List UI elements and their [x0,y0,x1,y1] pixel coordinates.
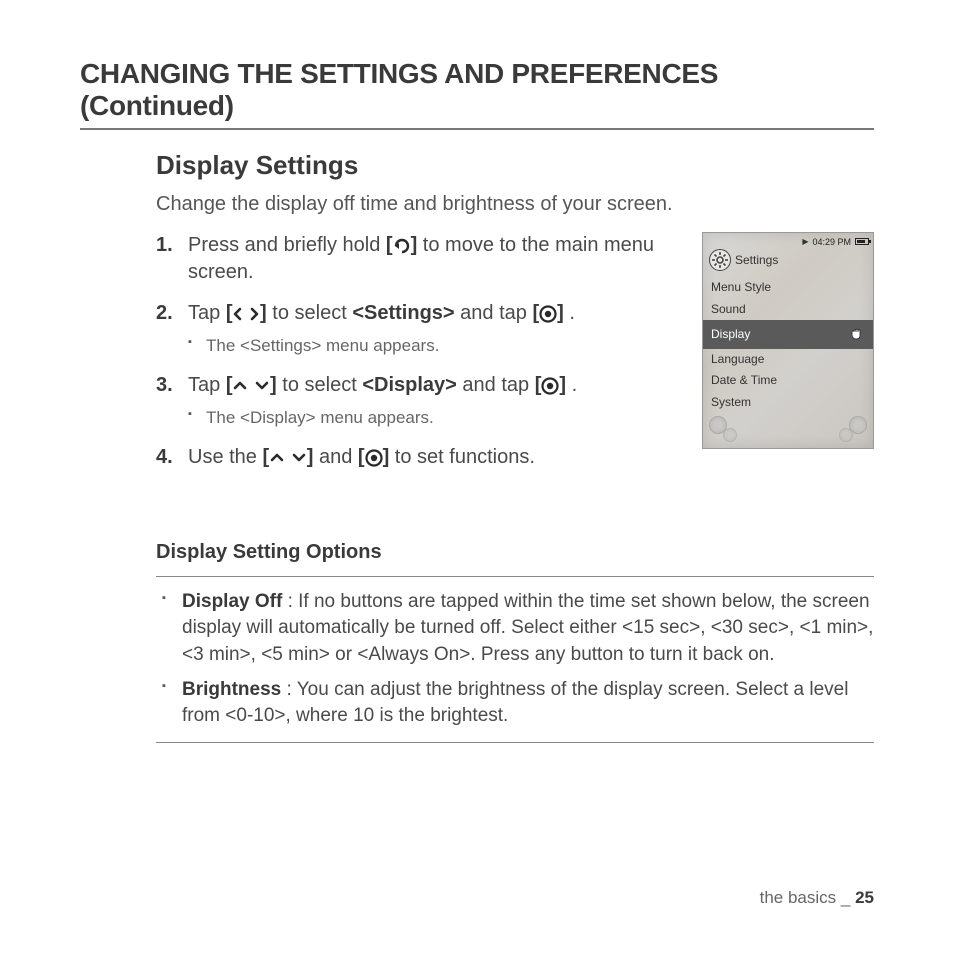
step-3-sub: The <Display> menu appears. [188,407,680,430]
up-icon [269,451,285,464]
up-icon [232,379,248,392]
play-indicator-icon: ▶ [802,237,808,246]
steps-column: Press and briefly hold [] to move to the… [156,232,680,485]
footer-text: the basics _ [760,888,855,907]
device-screenshot: ▶ 04:29 PM Settings Menu Style Sound Dis… [702,232,874,449]
back-icon [393,237,411,255]
device-item-menu-style: Menu Style [703,277,873,299]
step-3-text-b: to select [282,374,362,396]
left-icon [232,306,243,322]
page-number: 25 [855,888,874,907]
options-box: Display Off : If no buttons are tapped w… [156,576,874,743]
gear-icon [709,249,731,271]
select-icon [365,449,383,467]
bracket: [ [226,302,233,324]
step-3-text-e: . [572,374,578,396]
device-item-language: Language [703,349,873,371]
step-3: Tap [ ] to select <Display> and tap [] .… [156,372,680,430]
device-item-date-time: Date & Time [703,370,873,392]
device-item-display-label: Display [711,327,750,343]
option-display-off: Display Off : If no buttons are tapped w… [156,589,874,669]
device-time: 04:29 PM [812,237,851,247]
option-brightness-label: Brightness [182,679,281,700]
step-2-text-a: Tap [188,302,226,324]
bracket: ] [307,446,314,468]
down-icon [291,451,307,464]
section-title: Display Settings [156,150,874,181]
speaker-icon [723,428,737,442]
bracket: [ [226,374,233,396]
hand-icon [849,323,865,346]
down-icon [254,379,270,392]
battery-icon [855,238,869,245]
option-display-off-text: : If no buttons are tapped within the ti… [182,591,873,665]
bracket: ] [260,302,267,324]
select-icon [541,377,559,395]
select-icon [539,305,557,323]
option-brightness-text: : You can adjust the brightness of the d… [182,679,848,727]
step-2-text-b: to select [272,302,352,324]
device-item-system: System [703,392,873,414]
step-3-text-a: Tap [188,374,226,396]
speaker-icon [839,428,853,442]
step-3-display: <Display> [362,374,457,396]
step-2-text-d: and tap [455,302,533,324]
bracket: ] [557,302,564,324]
option-brightness: Brightness : You can adjust the brightne… [156,677,874,730]
intro-text: Change the display off time and brightne… [156,193,874,216]
device-item-display: Display [703,320,873,349]
step-2-text-e: . [569,302,575,324]
step-4-text-c: to set functions. [395,446,535,468]
step-4-text-a: Use the [188,446,262,468]
bracket: ] [383,446,390,468]
step-2-sub: The <Settings> menu appears. [188,335,680,358]
bracket: [ [386,234,393,256]
bracket: ] [411,234,418,256]
bracket: [ [262,446,269,468]
device-header-title: Settings [735,253,778,267]
step-2: Tap [ ] to select <Settings> and tap [] … [156,300,680,358]
device-item-sound: Sound [703,299,873,321]
option-display-off-label: Display Off [182,591,282,612]
step-1: Press and briefly hold [] to move to the… [156,232,680,286]
bracket: [ [358,446,365,468]
step-2-settings: <Settings> [352,302,454,324]
bracket: ] [559,374,566,396]
step-3-text-d: and tap [457,374,535,396]
bracket: [ [532,302,539,324]
step-1-text-a: Press and briefly hold [188,234,386,256]
options-title: Display Setting Options [156,541,874,564]
page-footer: the basics _ 25 [760,888,874,908]
bracket: [ [535,374,542,396]
bracket: ] [270,374,277,396]
step-4-text-b: and [319,446,358,468]
step-4: Use the [ ] and [] to set functions. [156,444,680,471]
right-icon [249,306,260,322]
chapter-title: CHANGING THE SETTINGS AND PREFERENCES (C… [80,58,874,130]
